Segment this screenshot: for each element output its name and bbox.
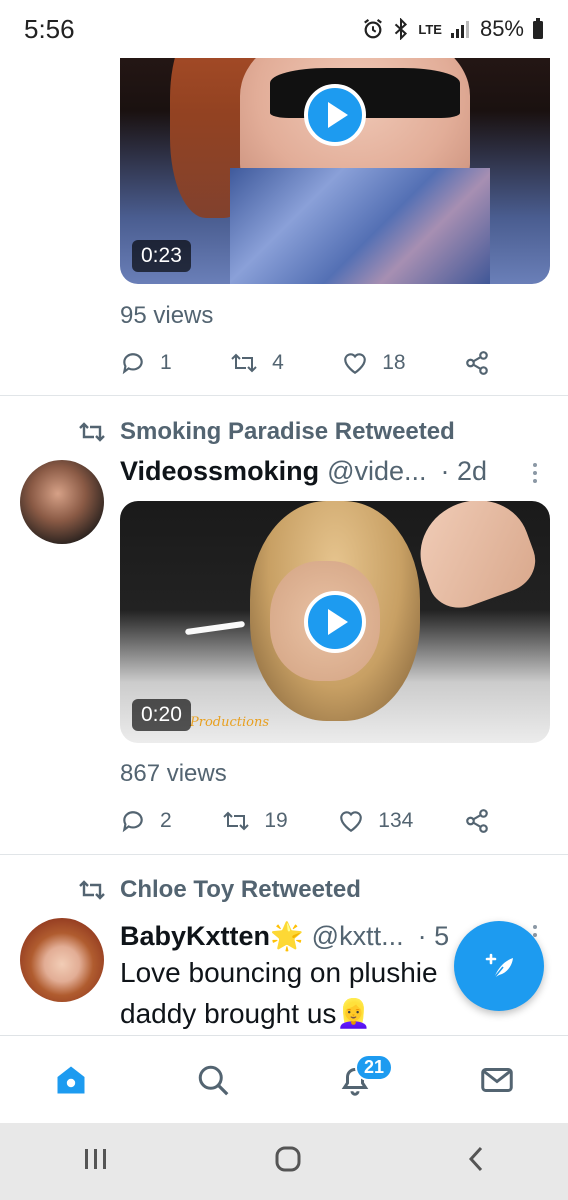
tweet-text-line: daddy brought us bbox=[120, 998, 337, 1029]
tweet-header: Videossmoking @vide... · 2d bbox=[120, 456, 540, 487]
reply-count: 2 bbox=[160, 809, 172, 832]
share-button[interactable] bbox=[464, 808, 490, 834]
play-button[interactable] bbox=[304, 84, 366, 146]
tweet-divider bbox=[0, 395, 568, 396]
author-name[interactable]: Videossmoking bbox=[120, 456, 319, 487]
home-circle-icon bbox=[275, 1146, 301, 1172]
reply-button[interactable]: 2 bbox=[120, 808, 172, 834]
video-duration: 0:23 bbox=[132, 240, 191, 272]
reply-icon bbox=[122, 811, 143, 833]
status-bar: 5:56 LTE 85% bbox=[0, 0, 568, 58]
compose-tweet-button[interactable] bbox=[454, 921, 544, 1011]
retweet-icon bbox=[223, 811, 250, 831]
retweeted-by-label: Smoking Paradise Retweeted bbox=[120, 418, 455, 445]
lte-icon: LTE bbox=[418, 21, 442, 37]
nav-notifications[interactable]: 21 bbox=[325, 1050, 394, 1110]
notifications-badge: 21 bbox=[355, 1053, 394, 1081]
like-count: 134 bbox=[378, 809, 414, 832]
bottom-navigation: 21 bbox=[0, 1035, 568, 1123]
play-button[interactable] bbox=[304, 591, 366, 653]
author-name-text: BabyKxtten bbox=[120, 921, 271, 951]
retweet-icon bbox=[231, 353, 257, 373]
status-icons: LTE 85% bbox=[362, 16, 544, 42]
share-icon bbox=[466, 809, 488, 833]
compose-feather-icon bbox=[485, 953, 513, 979]
like-count: 18 bbox=[382, 351, 406, 374]
back-chevron-icon bbox=[468, 1146, 483, 1172]
avatar[interactable] bbox=[20, 460, 104, 544]
like-button[interactable]: 134 bbox=[338, 808, 413, 834]
battery-percent: 85% bbox=[479, 16, 524, 41]
author-handle[interactable]: @kxtt... bbox=[312, 921, 404, 952]
reply-button[interactable]: 1 bbox=[120, 350, 172, 376]
reply-icon bbox=[122, 353, 143, 375]
retweet-button[interactable]: 19 bbox=[222, 808, 288, 834]
back-button[interactable] bbox=[465, 1144, 487, 1179]
retweeted-by-label: Chloe Toy Retweeted bbox=[120, 876, 361, 903]
view-count: 867 views bbox=[120, 760, 227, 787]
heart-icon bbox=[340, 811, 363, 833]
share-button[interactable] bbox=[464, 350, 490, 376]
signal-icon bbox=[450, 19, 472, 39]
search-icon bbox=[198, 1065, 229, 1095]
tweet-divider bbox=[0, 854, 568, 855]
retweet-button[interactable]: 4 bbox=[230, 350, 284, 376]
retweeted-by[interactable]: Chloe Toy Retweeted bbox=[78, 876, 361, 904]
recent-apps-button[interactable] bbox=[81, 1146, 111, 1177]
avatar[interactable] bbox=[20, 918, 104, 1002]
home-icon bbox=[57, 1066, 85, 1093]
battery-icon bbox=[532, 18, 544, 40]
system-navigation-bar bbox=[0, 1123, 568, 1200]
video-watermark: Productions bbox=[190, 715, 270, 730]
author-handle[interactable]: @vide... bbox=[327, 456, 426, 487]
bluetooth-icon bbox=[392, 18, 410, 40]
tweet-time: · 5 bbox=[417, 921, 450, 951]
tweet-actions: 1 4 18 bbox=[120, 350, 490, 376]
tweet-video[interactable]: Productions 0:20 bbox=[120, 501, 550, 743]
recent-apps-icon bbox=[85, 1149, 106, 1169]
nav-home[interactable] bbox=[41, 1050, 101, 1110]
heart-icon bbox=[344, 353, 367, 375]
nav-messages[interactable] bbox=[467, 1050, 527, 1110]
status-time: 5:56 bbox=[24, 13, 75, 44]
video-duration: 0:20 bbox=[132, 699, 191, 731]
author-name[interactable]: BabyKxtten🌟 bbox=[120, 920, 304, 952]
share-icon bbox=[466, 351, 488, 375]
retweeted-by[interactable]: Smoking Paradise Retweeted bbox=[78, 418, 455, 446]
tweet-actions: 2 19 134 bbox=[120, 808, 490, 834]
retweet-count: 4 bbox=[272, 351, 284, 374]
reply-count: 1 bbox=[160, 351, 172, 374]
retweet-icon bbox=[79, 880, 105, 900]
timeline-feed[interactable]: 0:23 95 views 1 4 18 Smoking Paradise Re… bbox=[0, 58, 568, 1035]
like-button[interactable]: 18 bbox=[342, 350, 406, 376]
view-count: 95 views bbox=[120, 302, 214, 329]
blonde-emoji: 👱‍♀️ bbox=[336, 998, 372, 1029]
tweet-video[interactable]: 0:23 bbox=[120, 58, 550, 284]
home-button[interactable] bbox=[273, 1144, 303, 1179]
tweet-time: · 2d bbox=[440, 456, 488, 486]
more-options-icon[interactable] bbox=[528, 463, 542, 483]
star-emoji: 🌟 bbox=[270, 921, 304, 951]
alarm-icon bbox=[362, 18, 384, 40]
nav-search[interactable] bbox=[183, 1050, 243, 1110]
retweet-count: 19 bbox=[264, 809, 288, 832]
retweet-icon bbox=[79, 422, 105, 442]
mail-icon bbox=[481, 1067, 513, 1092]
